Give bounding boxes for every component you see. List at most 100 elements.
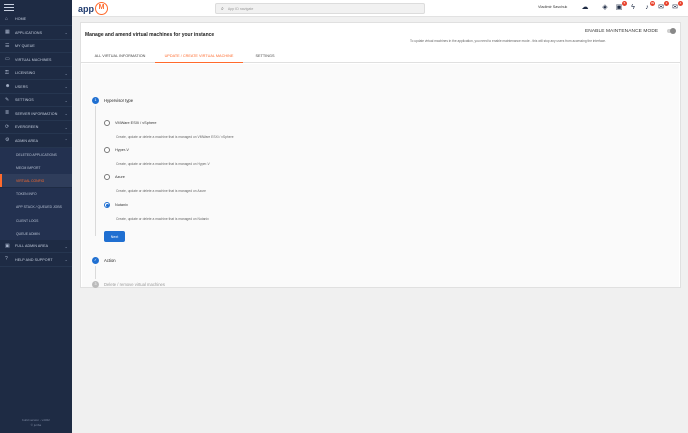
- sidebar-item-licensing[interactable]: ⚿ LICENSING ⌄: [0, 67, 72, 80]
- search-icon: ⌕: [221, 5, 224, 12]
- hypervisor-option[interactable]: VMWare ESXi / vSphere: [104, 120, 156, 126]
- user-name[interactable]: Vladimir Savchuk: [538, 5, 567, 9]
- wizard-panel: 1 Hypervisor type VMWare ESXi / vSphere C…: [82, 64, 679, 288]
- sidebar-item-users[interactable]: ☻ USERS ⌄: [0, 81, 72, 94]
- sidebar-item-label: HELP AND SUPPORT: [15, 257, 53, 262]
- gear-icon: ⚙: [5, 137, 10, 143]
- step-title: Hypervisor type: [104, 98, 134, 103]
- hypervisor-option[interactable]: Hyper-V: [104, 147, 129, 153]
- next-button[interactable]: Next: [104, 231, 125, 242]
- option-label: Nutanix: [115, 203, 128, 207]
- chevron-icon: ⌃: [64, 138, 68, 143]
- sidebar-item-label: VIRTUAL MACHINES: [15, 57, 52, 62]
- chat-icon[interactable]: ✉ 2: [656, 1, 669, 13]
- sidebar-item-label: HOME: [15, 17, 27, 21]
- sidebar-item-server-information[interactable]: ≣ SERVER INFORMATION ⌄: [0, 108, 72, 121]
- notification-badge: 4: [678, 1, 683, 6]
- sidebar-item-applications[interactable]: ▦ APPLICATIONS ⌄: [0, 27, 72, 40]
- step-delete-remove[interactable]: 3 Delete / remove virtual machines: [92, 281, 165, 288]
- sidebar-footer: build version - v4322 © juriba: [0, 418, 72, 427]
- option-label: Azure: [115, 175, 125, 179]
- sidebar: ⌂ HOME ▦ APPLICATIONS ⌄ ☰ MY QUEUE ▭ VIRTUAL MAC…: [0, 0, 72, 433]
- chevron-icon: ⌄: [64, 111, 68, 116]
- sidebar-item-label: LICENSING: [15, 71, 36, 75]
- maintenance-mode-description: To update virtual machines in the applic…: [410, 39, 606, 43]
- hamburger-menu-icon[interactable]: [4, 4, 14, 12]
- notification-badge: 99: [650, 1, 655, 6]
- sidebar-item-help-and-support[interactable]: ? HELP AND SUPPORT ⌄: [0, 254, 72, 267]
- tab-bar: ALL VIRTUAL INFORMATION UPDATE / CREATE V…: [81, 49, 680, 63]
- app-logo[interactable]: app M: [78, 2, 109, 15]
- step-action[interactable]: ✓ Action: [92, 257, 116, 264]
- sidebar-subitem-app-stack-queued-jobs[interactable]: APP STACK / QUEUED JOBS: [0, 200, 72, 214]
- step-hypervisor-type[interactable]: 1 Hypervisor type: [92, 97, 133, 104]
- sidebar-item-label: FULL ADMIN AREA: [15, 244, 49, 249]
- sidebar-subitem-deleted-applications[interactable]: DELETED APPLICATIONS: [0, 148, 72, 161]
- page-title: Manage and amend virtual machines for yo…: [85, 32, 215, 38]
- evergreen-icon: ⟳: [5, 123, 10, 130]
- check-icon: ✓: [92, 257, 99, 264]
- sidebar-subitem-mecm-import[interactable]: MECM IMPORT: [0, 161, 72, 175]
- chevron-icon: ⌄: [64, 243, 68, 249]
- tab-settings[interactable]: SETTINGS: [243, 49, 287, 63]
- hypervisor-option[interactable]: Nutanix: [104, 202, 128, 208]
- copyright: © juriba: [30, 422, 42, 427]
- tab-update-create-virtual-machine[interactable]: UPDATE / CREATE VIRTUAL MACHINE: [155, 49, 243, 63]
- sidebar-item-label: SETTINGS: [15, 98, 34, 102]
- chevron-icon: ⌄: [64, 70, 68, 76]
- chevron-icon: ⌄: [64, 30, 68, 35]
- option-label: Hyper-V: [115, 148, 129, 152]
- bell-icon[interactable]: ♪ 99: [642, 1, 655, 13]
- sidebar-item-label: APPLICATIONS: [15, 30, 43, 35]
- maintenance-mode-toggle[interactable]: [667, 28, 676, 34]
- option-description: Create, update or delete a machine that …: [116, 162, 210, 166]
- sidebar-item-virtual-machines[interactable]: ▭ VIRTUAL MACHINES: [0, 54, 72, 67]
- radio-button[interactable]: [104, 202, 110, 208]
- radio-button[interactable]: [104, 174, 110, 180]
- monitor-icon: ▭: [5, 56, 10, 62]
- option-description: Create, update or delete a machine that …: [116, 135, 234, 139]
- sidebar-item-settings[interactable]: ✎ SETTINGS ⌄: [0, 94, 72, 107]
- sidebar-subitem-queue-admin[interactable]: QUEUE ADMIN: [0, 227, 72, 241]
- sidebar-item-my-queue[interactable]: ☰ MY QUEUE: [0, 40, 72, 53]
- step-connector: [95, 106, 96, 236]
- chevron-icon: ⌄: [64, 84, 68, 89]
- step-title: Action: [104, 258, 116, 263]
- radio-button[interactable]: [104, 147, 110, 153]
- sidebar-item-label: MY QUEUE: [15, 44, 35, 48]
- sidebar-subitem-client-logs[interactable]: CLIENT LOGS: [0, 214, 72, 227]
- key-icon: ⚿: [5, 69, 9, 76]
- help-icon: ?: [5, 256, 8, 263]
- bolt-icon[interactable]: ϟ: [628, 3, 638, 13]
- maintenance-mode-label: ENABLE MAINTENANCE MODE: [585, 29, 659, 34]
- cloud-icon[interactable]: ☁: [580, 3, 590, 13]
- sidebar-item-label: USERS: [15, 84, 28, 89]
- search-placeholder: App ID navigate: [227, 6, 254, 11]
- radio-button[interactable]: [104, 120, 110, 126]
- sidebar-item-admin-area[interactable]: ⚙ ADMIN AREA ⌃: [0, 135, 72, 148]
- mail-icon[interactable]: ✉ 4: [670, 1, 683, 13]
- display-icon[interactable]: ▣ 5: [614, 1, 627, 13]
- queue-icon: ☰: [5, 42, 10, 49]
- step-title: Delete / remove virtual machines: [104, 282, 165, 287]
- sidebar-item-evergreen[interactable]: ⟳ EVERGREEN ⌄: [0, 121, 72, 134]
- step-connector: [95, 266, 96, 279]
- notification-badge: 5: [622, 1, 627, 6]
- users-icon: ☻: [5, 83, 11, 89]
- sidebar-item-label: EVERGREEN: [15, 125, 39, 129]
- sidebar-item-home[interactable]: ⌂ HOME: [0, 13, 72, 26]
- admin-icon: ▣: [5, 242, 10, 249]
- layers-icon[interactable]: ◈: [600, 3, 610, 13]
- sidebar-subitem-virtual-config[interactable]: VIRTUAL CONFIG: [0, 174, 72, 188]
- top-bar: app M ⌕ App ID navigate Vladimir Savchuk…: [72, 0, 688, 17]
- sidebar-item-full-admin-area[interactable]: ▣ FULL ADMIN AREA ⌄: [0, 240, 72, 254]
- notification-badge: 2: [664, 1, 669, 6]
- sidebar-item-label: SERVER INFORMATION: [15, 111, 58, 116]
- chevron-icon: ⌄: [64, 257, 68, 263]
- hypervisor-option[interactable]: Azure: [104, 174, 125, 180]
- option-description: Create, update or delete a machine that …: [116, 189, 206, 193]
- search-input[interactable]: ⌕ App ID navigate: [215, 3, 425, 14]
- tab-all-virtual-information[interactable]: ALL VIRTUAL INFORMATION: [85, 49, 155, 63]
- sidebar-subitem-token-info[interactable]: TOKEN INFO: [0, 187, 72, 201]
- chevron-icon: ⌄: [64, 124, 68, 130]
